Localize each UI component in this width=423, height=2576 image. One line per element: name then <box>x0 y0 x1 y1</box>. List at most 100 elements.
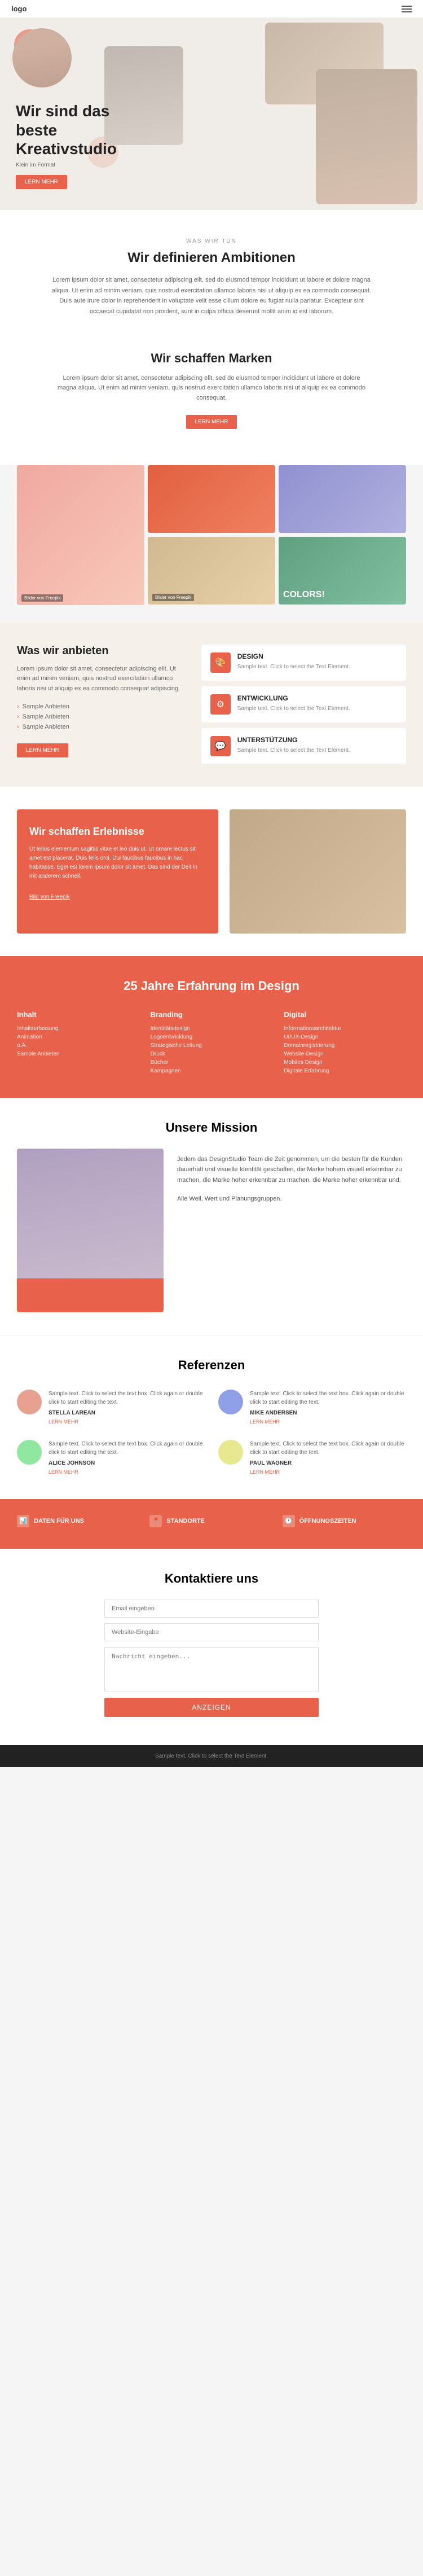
entwicklung-icon: ⚙ <box>210 694 231 715</box>
anbieten-list-item-1: ›Sample Anbieten <box>17 702 188 712</box>
ref-avatar-2 <box>218 1390 243 1414</box>
img-block-4: Bilder von Freepik <box>148 537 275 604</box>
mission-text-1: Jedem das DesignStudio Team die Zeit gen… <box>177 1154 406 1186</box>
img-label-4: Bilder von Freepik <box>152 594 194 601</box>
anbieten-list-item-2: ›Sample Anbieten <box>17 712 188 722</box>
ref-grid: Sample text. Click to select the text bo… <box>17 1390 406 1477</box>
footer-nav-grid: 📊 DATEN FÜR UNS 📍 STANDORTE 🕐 ÖFFNUNGSZE… <box>17 1515 406 1533</box>
erlebnisse-right <box>230 809 406 934</box>
logo: logo <box>11 5 27 13</box>
marken-cta-button[interactable]: LERN MEHR <box>186 415 237 429</box>
ref-avatar-3 <box>17 1440 42 1465</box>
kontakt-section: Kontaktiere uns ANZEIGEN <box>0 1549 423 1745</box>
erlebnisse-section: Wir schaffen Erlebnisse Ut tellus elemen… <box>0 787 423 956</box>
jahre-digital-item-6: Digitale Erfahrung <box>284 1067 406 1075</box>
jahre-list-branding: Identitätsdesign Logoentwicklung Strateg… <box>151 1024 273 1075</box>
kontakt-heading: Kontaktiere uns <box>17 1571 406 1586</box>
design-card-content: DESIGN Sample text. Click to select the … <box>237 652 350 671</box>
ref-link-3[interactable]: LERN MEHR <box>49 1469 78 1475</box>
footer-col-daten: 📊 DATEN FÜR UNS <box>17 1515 140 1533</box>
jahre-section: 25 Jahre Erfahrung im Design Inhalt Inha… <box>0 956 423 1098</box>
ref-name-2: MIKE ANDERSEN <box>250 1410 406 1416</box>
jahre-digital-item-5: Mobiles Design <box>284 1058 406 1067</box>
ref-card-3: Sample text. Click to select the text bo… <box>17 1440 205 1477</box>
header: logo <box>0 0 423 18</box>
ref-content-1: Sample text. Click to select the text bo… <box>49 1390 205 1426</box>
hero-section: Wir sind das beste Kreativstudio Klein i… <box>0 18 423 210</box>
erlebnisse-left: Wir schaffen Erlebnisse Ut tellus elemen… <box>17 809 218 934</box>
mission-heading: Unsere Mission <box>17 1120 406 1135</box>
kontakt-email-input[interactable] <box>104 1600 319 1618</box>
jahre-col-branding: Branding Identitätsdesign Logoentwicklun… <box>151 1010 273 1075</box>
ref-content-3: Sample text. Click to select the text bo… <box>49 1440 205 1477</box>
kontakt-name-input[interactable] <box>104 1623 319 1641</box>
hero-img-person-right <box>316 69 417 204</box>
ref-text-2: Sample text. Click to select the text bo… <box>250 1390 406 1407</box>
anbieten-right: 🎨 DESIGN Sample text. Click to select th… <box>201 645 406 764</box>
footer-nav-section: 📊 DATEN FÜR UNS 📍 STANDORTE 🕐 ÖFFNUNGSZE… <box>0 1499 423 1549</box>
entwicklung-card-content: ENTWICKLUNG Sample text. Click to select… <box>237 694 350 713</box>
jahre-branding-item-4: Druck <box>151 1050 273 1058</box>
mission-text-content: Jedem das DesignStudio Team die Zeit gen… <box>177 1149 406 1312</box>
img-block-5: COLORS! <box>279 537 406 604</box>
hero-subtitle: Klein im Format <box>16 162 140 168</box>
ref-card-1: Sample text. Click to select the text bo… <box>17 1390 205 1426</box>
design-icon: 🎨 <box>210 652 231 673</box>
ref-text-4: Sample text. Click to select the text bo… <box>250 1440 406 1457</box>
jahre-digital-item-2: UI/UX-Design <box>284 1033 406 1041</box>
image-grid: Bilder von Freepik Bilder von Freepik CO… <box>17 465 406 605</box>
ref-link-1[interactable]: LERN MEHR <box>49 1419 78 1425</box>
jahre-heading: 25 Jahre Erfahrung im Design <box>17 979 406 993</box>
ref-content-2: Sample text. Click to select the text bo… <box>250 1390 406 1426</box>
hero-cta-button[interactable]: LERN MEHR <box>16 175 67 189</box>
ref-card-2: Sample text. Click to select the text bo… <box>218 1390 406 1426</box>
unterstuetzung-card-content: UNTERSTÜTZUNG Sample text. Click to sele… <box>237 736 350 755</box>
kontakt-submit-button[interactable]: ANZEIGEN <box>104 1698 319 1717</box>
jahre-grid: Inhalt Inhaltserfassung Animation o.Ä. S… <box>17 1010 406 1075</box>
jahre-col-inhalt: Inhalt Inhaltserfassung Animation o.Ä. S… <box>17 1010 139 1075</box>
anbieten-left: Was wir anbieten Lorem ipsum dolor sit a… <box>17 645 188 764</box>
marken-section: Wir schaffen Marken Lorem ipsum dolor si… <box>0 345 423 465</box>
marken-text: Lorem ipsum dolor sit amet, consectetur … <box>54 374 369 404</box>
define-text: Lorem ipsum dolor sit amet, consectetur … <box>48 275 375 317</box>
erlebnisse-text: Ut tellus elementum sagittis vitae et le… <box>29 845 206 881</box>
define-title: Wir definieren Ambitionen <box>17 250 406 266</box>
anbieten-heading: Was wir anbieten <box>17 645 188 658</box>
jahre-inhalt-item-1: Inhaltserfassung <box>17 1024 139 1033</box>
ref-link-2[interactable]: LERN MEHR <box>250 1419 280 1425</box>
footer-col-oeffnung: 🕐 ÖFFNUNGSZEITEN <box>283 1515 406 1533</box>
marken-title: Wir schaffen Marken <box>17 351 406 366</box>
menu-line3 <box>402 11 412 12</box>
unterstuetzung-title: UNTERSTÜTZUNG <box>237 736 350 744</box>
daten-icon: 📊 <box>17 1515 29 1527</box>
design-text: Sample text. Click to select the Text El… <box>237 663 350 671</box>
ref-name-4: PAUL WAGNER <box>250 1460 406 1466</box>
ref-content-4: Sample text. Click to select the text bo… <box>250 1440 406 1477</box>
anbieten-cta-button[interactable]: LERN MEHR <box>17 743 68 757</box>
referenzen-section: Referenzen Sample text. Click to select … <box>0 1335 423 1499</box>
design-title: DESIGN <box>237 652 350 660</box>
jahre-branding-item-2: Logoentwicklung <box>151 1033 273 1041</box>
define-section: WAS WIR TUN Wir definieren Ambitionen Lo… <box>0 210 423 345</box>
img-block-3 <box>279 465 406 533</box>
jahre-branding-item-5: Bücher <box>151 1058 273 1067</box>
entwicklung-title: ENTWICKLUNG <box>237 694 350 702</box>
oeffnung-icon: 🕐 <box>283 1515 295 1527</box>
kontakt-message-input[interactable] <box>104 1647 319 1692</box>
hamburger-menu[interactable] <box>402 6 412 12</box>
jahre-digital-item-3: Domainregistrierung <box>284 1041 406 1050</box>
erlebnisse-link[interactable]: Bild von Freepik <box>29 894 70 900</box>
hero-content: Wir sind das beste Kreativstudio Klein i… <box>16 102 140 189</box>
jahre-col-digital-title: Digital <box>284 1010 406 1019</box>
kontakt-form: ANZEIGEN <box>104 1600 319 1717</box>
footer-text: Sample text. Click to select the Text El… <box>17 1753 406 1759</box>
img-block-2 <box>148 465 275 533</box>
jahre-inhalt-item-2: Animation <box>17 1033 139 1041</box>
ref-card-4: Sample text. Click to select the text bo… <box>218 1440 406 1477</box>
jahre-digital-item-1: Informationsarchitektur <box>284 1024 406 1033</box>
jahre-col-digital: Digital Informationsarchitektur UI/UX-De… <box>284 1010 406 1075</box>
img-block-1: Bilder von Freepik <box>17 465 144 605</box>
jahre-branding-item-3: Strategische Leitung <box>151 1041 273 1050</box>
standorte-icon: 📍 <box>149 1515 162 1527</box>
ref-link-4[interactable]: LERN MEHR <box>250 1469 280 1475</box>
